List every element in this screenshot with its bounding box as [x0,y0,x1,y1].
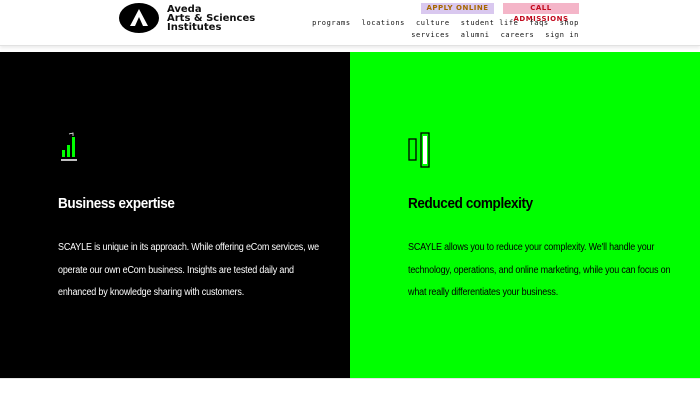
feature-panel-reduced-complexity: Reduced complexity SCAYLE allows you to … [350,52,700,378]
primary-nav: programs locations culture student life … [312,19,579,27]
nav-item-careers[interactable]: careers [501,31,535,39]
page-bottom-strip [0,378,700,400]
logo-wordmark: Aveda Arts & Sciences Institutes [167,4,255,33]
feature-text-line: SCAYLE allows you to reduce your complex… [408,242,655,253]
feature-text-line: what really differentiates your business… [408,287,559,298]
nav-item-locations[interactable]: locations [362,19,405,27]
nav-item-student-life[interactable]: student life [461,19,519,27]
feature-text-line: technology, operations, and online marke… [408,264,671,276]
site-header: Aveda Arts & Sciences Institutes APPLY O… [0,0,700,46]
call-admissions-button[interactable]: CALL ADMISSIONS [503,3,579,23]
logo[interactable]: Aveda Arts & Sciences Institutes [119,3,255,33]
feature-description: SCAYLE allows you to reduce your complex… [408,237,678,305]
reduce-complexity-icon [408,132,432,175]
feature-panel-business-expertise: Business expertise SCAYLE is unique in i… [0,52,350,378]
aveda-triangle-icon [119,3,159,33]
feature-title: Reduced complexity [408,195,533,212]
feature-title: Business expertise [58,195,175,212]
growth-bars-icon [60,132,78,167]
apply-online-button[interactable]: APPLY ONLINE [421,3,494,14]
feature-text-line: operate our own eCom business. Insights … [58,264,294,276]
nav-item-services[interactable]: services [411,31,450,39]
nav-item-culture[interactable]: culture [416,19,450,27]
feature-text-line: enhanced by knowledge sharing with custo… [58,287,245,298]
feature-text-line: SCAYLE is unique in its approach. While … [58,242,319,253]
secondary-nav: services alumni careers sign in [411,31,579,39]
nav-item-shop[interactable]: shop [560,19,579,27]
nav-item-alumni[interactable]: alumni [461,31,490,39]
logo-line-3: Institutes [167,21,222,33]
nav-item-faqs[interactable]: faqs [529,19,548,27]
nav-item-programs[interactable]: programs [312,19,351,27]
feature-description: SCAYLE is unique in its approach. While … [58,237,328,305]
nav-item-sign-in[interactable]: sign in [545,31,579,39]
